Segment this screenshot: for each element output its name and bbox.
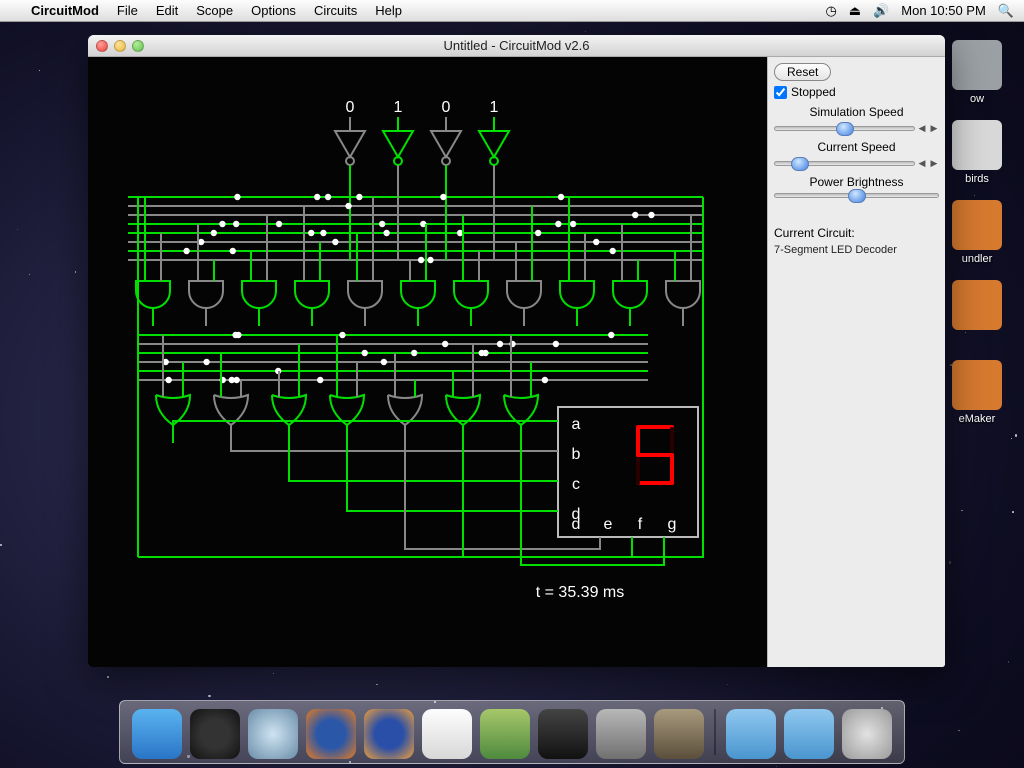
stopped-checkbox-input[interactable] — [774, 86, 787, 99]
desktop-icon[interactable]: eMaker — [942, 360, 1012, 425]
svg-text:t = 35.39 ms: t = 35.39 ms — [536, 584, 625, 601]
power-brightness-slider[interactable] — [774, 193, 939, 198]
menu-edit[interactable]: Edit — [147, 3, 187, 18]
svg-text:e: e — [604, 516, 613, 533]
dock-trash[interactable] — [842, 709, 892, 759]
dock-thunderbird[interactable] — [364, 709, 414, 759]
svg-text:d: d — [572, 516, 581, 533]
titlebar[interactable]: Untitled - CircuitMod v2.6 — [88, 35, 945, 57]
menu-circuits[interactable]: Circuits — [305, 3, 366, 18]
svg-text:0: 0 — [442, 99, 451, 116]
svg-text:g: g — [668, 516, 677, 533]
svg-text:c: c — [572, 476, 580, 493]
dock-sysprefs[interactable] — [596, 709, 646, 759]
app-window: Untitled - CircuitMod v2.6 0101abcddefgt… — [88, 35, 945, 667]
desktop-icon[interactable]: birds — [942, 120, 1012, 185]
current-speed-label: Current Speed — [774, 140, 939, 154]
current-circuit-name: 7-Segment LED Decoder — [774, 244, 939, 256]
desktop-icon[interactable]: undler — [942, 200, 1012, 265]
svg-text:1: 1 — [490, 99, 499, 116]
menubar: CircuitMod File Edit Scope Options Circu… — [0, 0, 1024, 22]
dock-firefox[interactable] — [306, 709, 356, 759]
dock-folder-docs[interactable] — [784, 709, 834, 759]
close-icon[interactable] — [96, 40, 108, 52]
dock-textedit[interactable] — [422, 709, 472, 759]
dock-safari[interactable] — [248, 709, 298, 759]
timemachine-icon[interactable]: ◷ — [825, 3, 836, 19]
stopped-checkbox[interactable]: Stopped — [774, 85, 939, 99]
menu-options[interactable]: Options — [242, 3, 305, 18]
cur-speed-right-icon[interactable]: ▶ — [929, 158, 939, 169]
minimize-icon[interactable] — [114, 40, 126, 52]
dock-preview[interactable] — [480, 709, 530, 759]
power-brightness-label: Power Brightness — [774, 175, 939, 189]
reset-button[interactable]: Reset — [774, 63, 831, 81]
spotlight-icon[interactable]: 🔍 — [998, 3, 1014, 19]
stopped-label: Stopped — [791, 85, 836, 99]
desktop-icon[interactable]: ow — [942, 40, 1012, 105]
sim-speed-slider[interactable] — [774, 126, 915, 131]
eject-icon[interactable]: ⏏ — [849, 3, 861, 19]
control-panel: Reset Stopped Simulation Speed ◀ ▶ Curre… — [767, 57, 945, 667]
svg-text:0: 0 — [346, 99, 355, 116]
circuit-canvas[interactable]: 0101abcddefgt = 35.39 ms — [88, 57, 767, 667]
dock-finder[interactable] — [132, 709, 182, 759]
cur-speed-left-icon[interactable]: ◀ — [917, 158, 927, 169]
svg-text:1: 1 — [394, 99, 403, 116]
menu-file[interactable]: File — [108, 3, 147, 18]
svg-text:f: f — [638, 516, 643, 533]
dock — [119, 700, 905, 764]
desktop-icon[interactable] — [942, 280, 1012, 333]
dock-dashboard[interactable] — [190, 709, 240, 759]
dock-folder-apps[interactable] — [726, 709, 776, 759]
current-circuit-heading: Current Circuit: — [774, 226, 939, 240]
zoom-icon[interactable] — [132, 40, 144, 52]
current-speed-slider[interactable] — [774, 161, 915, 166]
menu-scope[interactable]: Scope — [187, 3, 242, 18]
svg-text:b: b — [572, 446, 581, 463]
sim-speed-left-icon[interactable]: ◀ — [917, 123, 927, 134]
circuit-svg: 0101abcddefgt = 35.39 ms — [88, 57, 767, 667]
window-title: Untitled - CircuitMod v2.6 — [88, 38, 945, 53]
sim-speed-right-icon[interactable]: ▶ — [929, 123, 939, 134]
sim-speed-label: Simulation Speed — [774, 105, 939, 119]
dock-chip[interactable] — [654, 709, 704, 759]
dock-terminal[interactable] — [538, 709, 588, 759]
dock-divider — [714, 709, 716, 755]
svg-text:a: a — [572, 416, 581, 433]
volume-icon[interactable]: 🔊 — [873, 3, 889, 19]
menubar-clock[interactable]: Mon 10:50 PM — [901, 3, 986, 18]
menu-help[interactable]: Help — [366, 3, 411, 18]
menu-app[interactable]: CircuitMod — [22, 3, 108, 18]
